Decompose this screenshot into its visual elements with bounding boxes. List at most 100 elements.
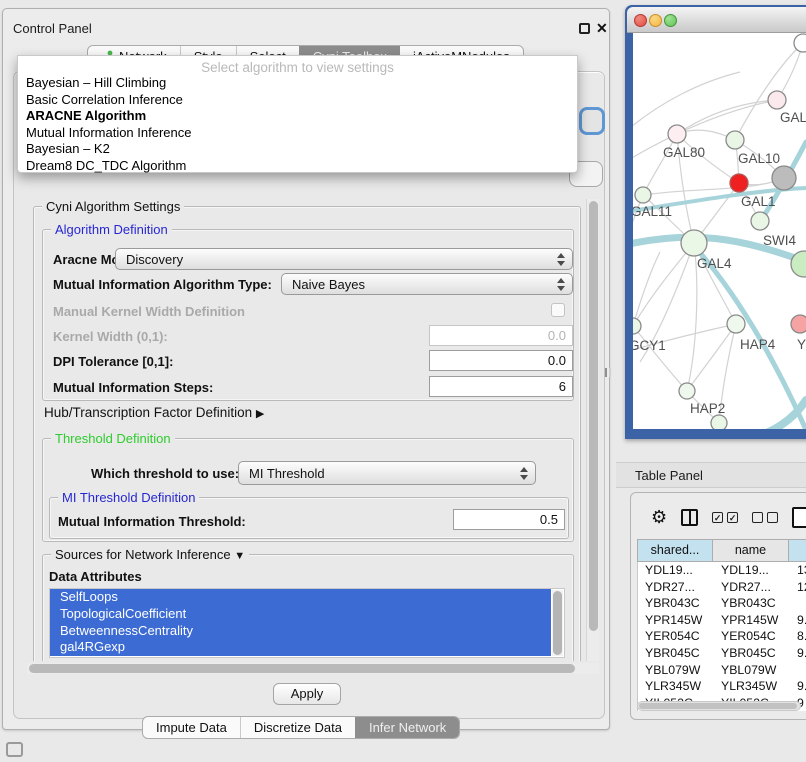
dropdown-item-dream8-dc-tdc-algorithm[interactable]: Dream8 DC_TDC Algorithm (18, 158, 577, 175)
dropdown-item-aracne-algorithm[interactable]: ARACNE Algorithm (18, 108, 577, 125)
dropdown-item-mutual-information-inference[interactable]: Mutual Information Inference (18, 125, 577, 142)
column-header-name[interactable]: name (713, 539, 789, 562)
column-header-shared[interactable]: shared... (637, 539, 713, 562)
network-node[interactable] (727, 315, 745, 333)
threshold-definition-title: Threshold Definition (51, 431, 175, 446)
network-edge (687, 243, 697, 391)
network-node[interactable] (726, 131, 744, 149)
bottom-tab-bar: Impute DataDiscretize Data Infer Network (142, 716, 460, 739)
network-edge (633, 252, 660, 326)
attribute-item-topologicalcoefficient[interactable]: TopologicalCoefficient (50, 606, 551, 623)
table-row[interactable]: YLR345WYLR345W9. (638, 678, 806, 695)
network-node[interactable] (794, 34, 806, 52)
close-icon[interactable]: ✕ (596, 20, 608, 37)
network-node-label: GCY1 (633, 338, 666, 353)
table-row[interactable]: YDL19...YDL19...13 (638, 562, 806, 579)
mi-type-label: Mutual Information Algorithm Type: (53, 277, 272, 292)
mi-threshold-definition-group: MI Threshold Definition Mutual Informati… (49, 497, 569, 539)
sources-title-label: Sources for Network Inference (55, 547, 231, 562)
list-scrollbar[interactable] (552, 590, 563, 656)
apply-button[interactable]: Apply (273, 683, 341, 705)
scrollbar-thumb[interactable] (553, 591, 562, 655)
sources-title[interactable]: Sources for Network Inference ▼ (51, 547, 249, 564)
minimize-traffic-light-icon[interactable] (649, 14, 662, 27)
column-header-hidden[interactable] (789, 539, 806, 562)
close-traffic-light-icon[interactable] (634, 14, 647, 27)
export-table-icon[interactable] (792, 507, 806, 528)
which-threshold-value: MI Threshold (239, 466, 519, 481)
gear-icon[interactable]: ⚙ (651, 508, 667, 526)
table-row[interactable]: YBL079WYBL079W (638, 662, 806, 679)
table-cell: 9. (790, 645, 806, 662)
network-node[interactable] (681, 230, 707, 256)
attribute-item-gal4rgexp[interactable]: gal4RGexp (50, 639, 551, 656)
manual-kernel-checkbox[interactable] (551, 303, 565, 317)
cyni-algorithm-settings-group: Cyni Algorithm Settings Algorithm Defini… (33, 206, 581, 661)
data-attributes-list[interactable]: SelfLoopsTopologicalCoefficientBetweenne… (49, 588, 565, 658)
network-node[interactable] (751, 212, 769, 230)
minimized-panel-icon[interactable] (6, 742, 23, 757)
tab-infer-network[interactable]: Infer Network (355, 717, 459, 738)
scrollbar-thumb[interactable] (639, 703, 797, 709)
table-row[interactable]: YPR145WYPR145W9. (638, 612, 806, 629)
network-edge (735, 43, 803, 140)
table-row[interactable]: YBR045CYBR045C9. (638, 645, 806, 662)
table-cell: 8. (790, 628, 806, 645)
table-row[interactable]: YER054CYER054C8. (638, 628, 806, 645)
zoom-traffic-light-icon[interactable] (664, 14, 677, 27)
deselect-all-checkboxes-icon[interactable] (752, 512, 778, 523)
network-node[interactable] (730, 174, 748, 192)
network-node[interactable] (768, 91, 786, 109)
network-node[interactable] (711, 415, 727, 429)
kernel-width-field[interactable]: 0.0 (429, 325, 573, 346)
network-node[interactable] (633, 318, 641, 334)
tab-impute-data[interactable]: Impute Data (143, 717, 240, 738)
stepper-arrows-icon (556, 253, 565, 266)
aracne-mode-combo[interactable]: Discovery (115, 248, 573, 270)
table-cell: YDR27... (714, 579, 790, 596)
network-node[interactable] (635, 187, 651, 203)
table-row[interactable]: YDR27...YDR27...12 (638, 579, 806, 596)
network-window-titlebar[interactable] (627, 7, 806, 33)
group-title: Cyni Algorithm Settings (42, 199, 184, 214)
attribute-item-betweennesscentrality[interactable]: BetweennessCentrality (50, 623, 551, 640)
dropdown-item-basic-correlation-inference[interactable]: Basic Correlation Inference (18, 92, 577, 109)
network-node-label: GAL11 (633, 204, 672, 219)
control-panel-title: Control Panel (13, 21, 92, 36)
table-horizontal-scrollbar[interactable] (637, 701, 801, 711)
table-cell: YBR043C (714, 595, 790, 612)
mi-algorithm-type-combo[interactable]: Naive Bayes (281, 273, 573, 295)
network-node[interactable] (679, 383, 695, 399)
table-cell (790, 595, 806, 612)
table-cell: YER054C (638, 628, 714, 645)
attribute-item-selfloops[interactable]: SelfLoops (50, 589, 551, 606)
dropdown-item-bayesian-k2[interactable]: Bayesian – K2 (18, 141, 577, 158)
network-node[interactable] (668, 125, 686, 143)
table-row[interactable]: YBR043CYBR043C (638, 595, 806, 612)
dropdown-item-bayesian-hill-climbing[interactable]: Bayesian – Hill Climbing (18, 75, 577, 92)
tab-discretize-data[interactable]: Discretize Data (240, 717, 355, 738)
network-node[interactable] (772, 166, 796, 190)
network-node[interactable] (791, 315, 806, 333)
table-cell: YLR345W (714, 678, 790, 695)
mi-threshold-field[interactable]: 0.5 (453, 509, 565, 530)
network-canvas[interactable]: GAL7GAL80GAL10GAL1GAL11SWI4GAL4GCY1HAP4Y… (633, 33, 806, 429)
dpi-tolerance-field[interactable]: 0.0 (429, 350, 573, 371)
scrollbar-thumb[interactable] (589, 201, 598, 631)
dropdown-item-list: Bayesian – Hill ClimbingBasic Correlatio… (18, 75, 577, 174)
table-cell: YDL19... (638, 562, 714, 579)
float-window-icon[interactable] (579, 23, 590, 34)
settings-horizontal-scrollbar[interactable] (27, 663, 599, 674)
split-columns-icon[interactable] (681, 509, 698, 526)
panel-divider-grip[interactable] (605, 368, 611, 377)
tab-label: Infer Network (369, 720, 446, 735)
settings-vertical-scrollbar[interactable] (586, 199, 599, 661)
threshold-definition-group: Threshold Definition Which threshold to … (42, 438, 574, 542)
hub-definition-disclosure[interactable]: Hub/Transcription Factor Definition ▶ (44, 405, 264, 420)
scrollbar-thumb[interactable] (29, 664, 575, 673)
which-threshold-combo[interactable]: MI Threshold (238, 461, 536, 485)
network-node-label: SWI4 (763, 233, 796, 248)
network-node-label: GAL7 (780, 110, 806, 125)
select-all-checkboxes-icon[interactable]: ✓✓ (712, 512, 738, 523)
mi-steps-field[interactable]: 6 (429, 376, 573, 397)
